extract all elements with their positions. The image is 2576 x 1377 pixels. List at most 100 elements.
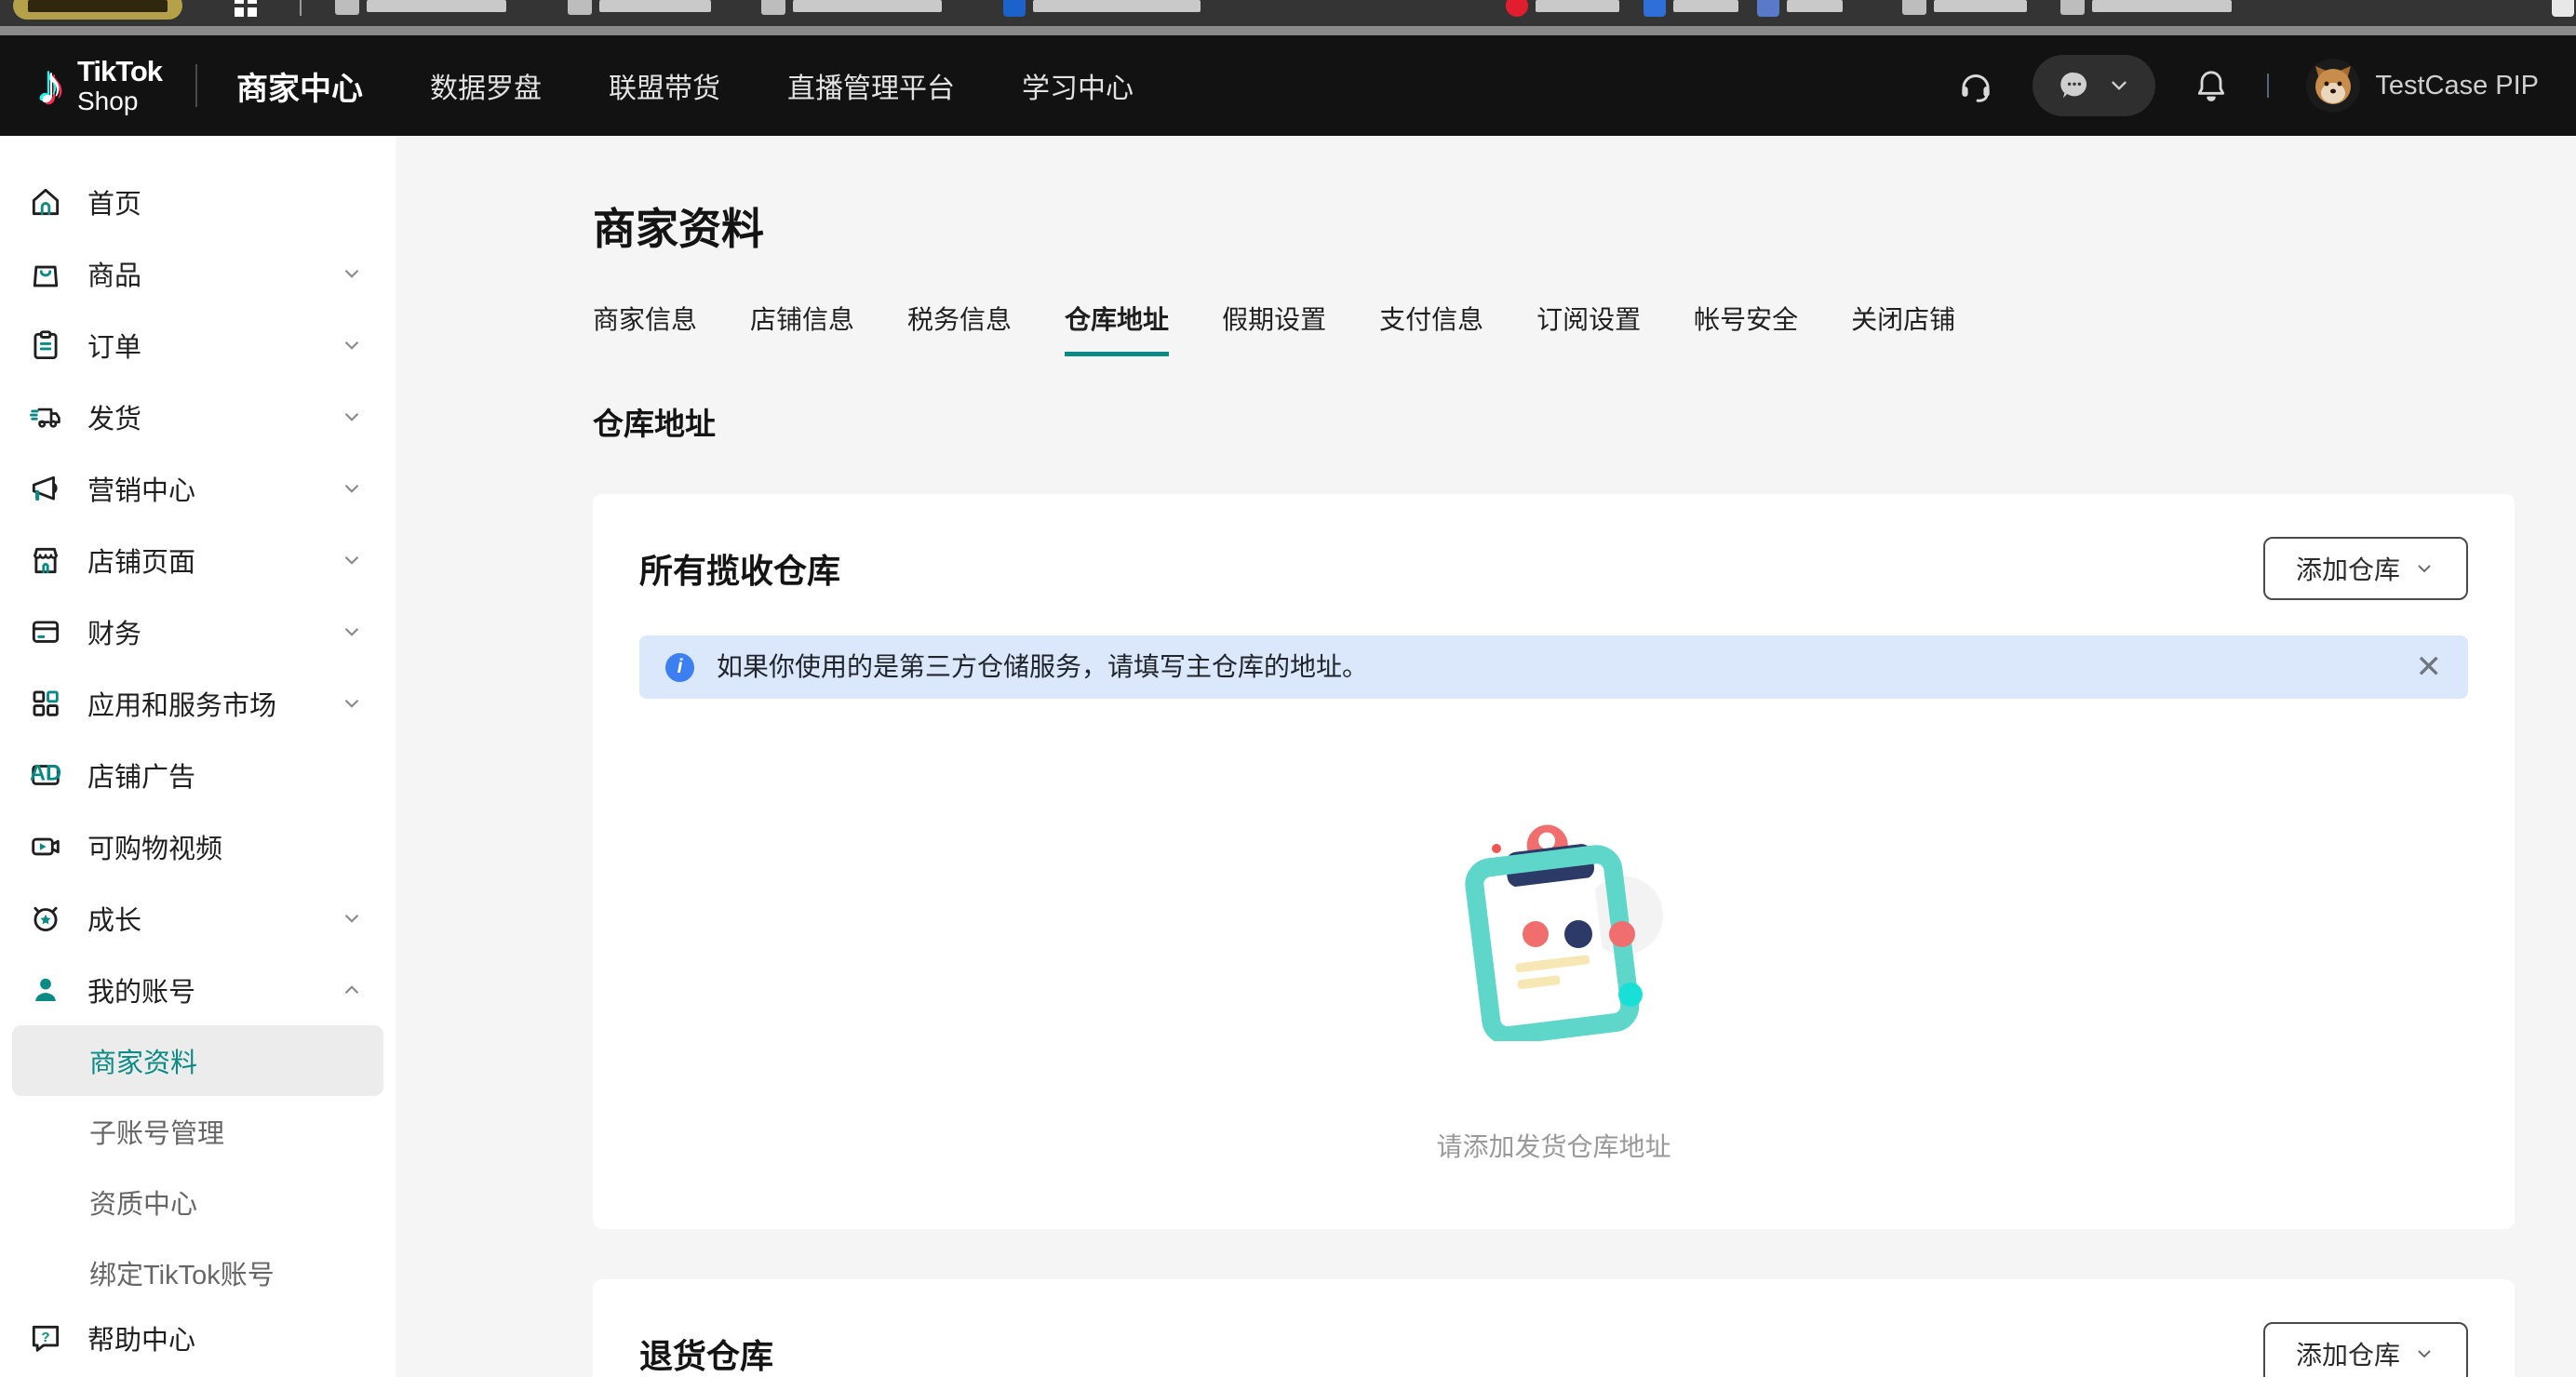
sidebar-item-app-market[interactable]: 应用和服务市场 (0, 667, 396, 739)
add-warehouse-label: 添加仓库 (2296, 1335, 2400, 1372)
header-divider (195, 64, 197, 107)
bookmark-item[interactable] (335, 0, 506, 20)
messages-button[interactable] (2033, 55, 2155, 116)
tab-close-shop[interactable]: 关闭店铺 (1851, 300, 1955, 356)
sidebar-item-shoppable-video[interactable]: 可购物视频 (0, 810, 396, 882)
sidebar-item-finance[interactable]: 财务 (0, 595, 396, 667)
notifications-bell-icon[interactable] (2193, 67, 2230, 104)
tab-payment-info[interactable]: 支付信息 (1379, 300, 1483, 356)
empty-state-text: 请添加发货仓库地址 (639, 1127, 2468, 1164)
sidebar-item-shop-page[interactable]: 店铺页面 (0, 524, 396, 595)
sidebar-item-home[interactable]: 首页 (0, 166, 396, 237)
video-icon (28, 829, 63, 864)
sidebar-item-help-center[interactable]: ? 帮助中心 (0, 1308, 396, 1368)
bookmark-item[interactable] (2060, 0, 2232, 20)
bookmark-item[interactable] (13, 0, 182, 20)
tab-account-security[interactable]: 帐号安全 (1694, 300, 1798, 356)
chevron-down-icon (340, 261, 364, 286)
sidebar-item-label: 店铺页面 (87, 541, 195, 580)
chevron-down-icon (340, 476, 364, 501)
nav-seller-center[interactable]: 商家中心 (236, 63, 363, 109)
sidebar-item-orders[interactable]: 订单 (0, 309, 396, 381)
sidebar-item-marketing[interactable]: 营销中心 (0, 452, 396, 524)
chevron-down-icon (340, 906, 364, 930)
bookmark-item[interactable] (568, 0, 711, 20)
tab-shop-info[interactable]: 店铺信息 (750, 300, 854, 356)
nav-affiliate[interactable]: 联盟带货 (609, 65, 720, 106)
bookmark-item[interactable] (2552, 0, 2574, 20)
chat-bubble-icon (2057, 68, 2092, 103)
orders-icon (28, 328, 63, 363)
tab-merchant-info[interactable]: 商家信息 (593, 300, 697, 356)
card-title: 退货仓库 (639, 1330, 773, 1377)
info-banner: i 如果你使用的是第三方仓储服务，请填写主仓库的地址。 ✕ (639, 635, 2468, 699)
sidebar-item-shop-ads[interactable]: AD 店铺广告 (0, 739, 396, 810)
sidebar-item-products[interactable]: 商品 (0, 237, 396, 309)
account-menu[interactable]: TestCase PIP (2306, 59, 2539, 113)
growth-icon (28, 901, 63, 936)
ads-icon: AD (28, 757, 63, 793)
sidebar-item-my-account[interactable]: 我的账号 (0, 954, 396, 1025)
marketing-icon (28, 471, 63, 506)
nav-live-platform[interactable]: 直播管理平台 (787, 65, 955, 106)
svg-text:?: ? (41, 1330, 49, 1345)
tiktok-shop-logo[interactable]: ♪ TikTok Shop (37, 57, 162, 114)
sidebar-item-label: 店铺广告 (87, 755, 195, 795)
add-warehouse-button[interactable]: 添加仓库 (2263, 537, 2468, 600)
nav-learning-center[interactable]: 学习中心 (1022, 65, 1134, 106)
apps-grid-icon[interactable] (235, 0, 257, 20)
bookmark-item[interactable] (1902, 0, 2027, 20)
tab-tax-info[interactable]: 税务信息 (907, 300, 1012, 356)
user-name: TestCase PIP (2375, 71, 2539, 101)
sidebar-item-label: 财务 (87, 612, 141, 651)
apps-icon (28, 686, 63, 721)
sidebar-item-shipping[interactable]: 发货 (0, 381, 396, 452)
sidebar-subitem-qualification-center[interactable]: 资质中心 (0, 1167, 396, 1237)
add-return-warehouse-button[interactable]: 添加仓库 (2263, 1322, 2468, 1377)
bookmark-item[interactable] (761, 0, 942, 20)
sidebar-subitem-subaccounts[interactable]: 子账号管理 (0, 1096, 396, 1167)
page-title: 商家资料 (593, 195, 2515, 257)
sidebar-item-label: 应用和服务市场 (87, 684, 276, 723)
sidebar-item-label: 订单 (87, 326, 141, 365)
tab-warehouse-address[interactable]: 仓库地址 (1065, 300, 1169, 356)
logo-line2: Shop (77, 87, 162, 114)
browser-bookmarks-bar (0, 0, 2576, 26)
empty-clipboard-illustration (1424, 818, 1684, 1041)
info-icon: i (665, 653, 694, 682)
chevron-down-icon (340, 691, 364, 715)
tab-subscription-settings[interactable]: 订阅设置 (1536, 300, 1641, 356)
main-content: 商家资料 商家信息 店铺信息 税务信息 仓库地址 假期设置 支付信息 订阅设置 … (396, 136, 2576, 1377)
support-headset-icon[interactable] (1956, 66, 1995, 105)
bookmark-item[interactable] (1644, 0, 1738, 20)
sidebar-item-growth[interactable]: 成长 (0, 882, 396, 954)
close-icon[interactable]: ✕ (2388, 651, 2443, 683)
chevron-down-icon (2413, 1343, 2435, 1365)
logo-line1: TikTok (77, 57, 162, 87)
products-icon (28, 256, 63, 291)
profile-tabs: 商家信息 店铺信息 税务信息 仓库地址 假期设置 支付信息 订阅设置 帐号安全 … (593, 300, 2515, 356)
sidebar-item-label: 首页 (87, 182, 141, 221)
return-warehouse-card: 退货仓库 添加仓库 i 基于进出口通关流程障碍和商家设置，对英国跨境卖家我们提供… (593, 1279, 2515, 1377)
chevron-down-icon (2413, 557, 2435, 580)
sidebar-subitem-merchant-profile[interactable]: 商家资料 (12, 1025, 383, 1096)
sidebar-item-label: 商品 (87, 254, 141, 293)
sidebar-subitem-link-tiktok-account[interactable]: 绑定TikTok账号 (0, 1237, 396, 1308)
tab-holiday-settings[interactable]: 假期设置 (1222, 300, 1326, 356)
chevron-up-icon (340, 978, 364, 1002)
sidebar-item-label: 可购物视频 (87, 827, 222, 866)
header-nav: 商家中心 数据罗盘 联盟带货 直播管理平台 学习中心 (236, 63, 1134, 109)
chevron-down-icon (340, 548, 364, 572)
bookmark-item-youtube[interactable] (1506, 0, 1619, 20)
pickup-warehouse-card: 所有揽收仓库 添加仓库 i 如果你使用的是第三方仓储服务，请填写主仓库的地址。 … (593, 494, 2515, 1229)
bookmark-label-stub (28, 0, 168, 12)
info-banner-text: 如果你使用的是第三方仓储服务，请填写主仓库的地址。 (717, 647, 1368, 688)
finance-icon (28, 614, 63, 649)
storefront-icon (28, 542, 63, 578)
bookmarks-divider (300, 0, 302, 20)
bookmark-item-facebook[interactable] (1003, 0, 1201, 20)
nav-data-compass[interactable]: 数据罗盘 (430, 65, 542, 106)
chevron-down-icon (340, 333, 364, 357)
browser-bar-edge (0, 26, 2576, 35)
bookmark-item[interactable] (1757, 0, 1843, 20)
